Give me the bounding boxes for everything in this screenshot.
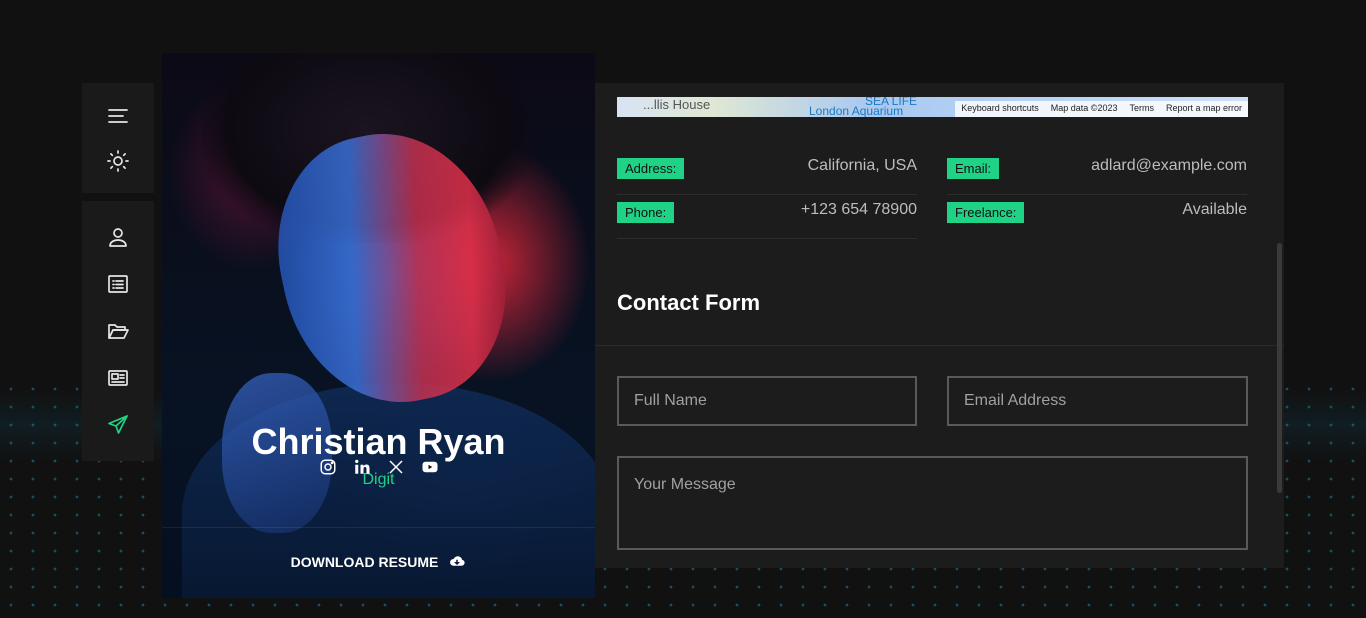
- info-freelance: Freelance: Available: [947, 195, 1247, 239]
- instagram-icon[interactable]: [317, 456, 339, 478]
- contact-form-title: Contact Form: [617, 290, 760, 315]
- info-email: Email: adlard@example.com: [947, 151, 1247, 195]
- email-tag: Email:: [947, 158, 1000, 179]
- map-report-link[interactable]: Report a map error: [1166, 103, 1242, 115]
- phone-tag: Phone:: [617, 202, 675, 223]
- freelance-tag: Freelance:: [947, 202, 1025, 223]
- social-links: [162, 456, 595, 478]
- info-address: Address: California, USA: [617, 151, 917, 195]
- download-resume-button[interactable]: DOWNLOAD RESUME: [162, 553, 595, 571]
- profile-divider: [162, 527, 595, 528]
- menu-icon[interactable]: [104, 102, 132, 130]
- map-terms-link[interactable]: Terms: [1129, 103, 1154, 115]
- map-embed[interactable]: ...llis House SEA LIFE London Aquarium K…: [617, 97, 1248, 117]
- map-keyboard-shortcuts-link[interactable]: Keyboard shortcuts: [961, 103, 1039, 115]
- youtube-icon[interactable]: [419, 456, 441, 478]
- panel-scrollbar[interactable]: [1277, 243, 1282, 493]
- nav-utility: [82, 83, 154, 193]
- contact-panel: ...llis House SEA LIFE London Aquarium K…: [595, 83, 1284, 568]
- linkedin-icon[interactable]: [351, 456, 373, 478]
- send-icon[interactable]: [104, 411, 132, 439]
- list-icon[interactable]: [104, 270, 132, 298]
- nav-main: [82, 201, 154, 461]
- message-textarea[interactable]: [617, 456, 1248, 550]
- map-label-house: ...llis House: [643, 97, 711, 112]
- form-divider: [595, 345, 1284, 346]
- email-address-input[interactable]: [947, 376, 1248, 426]
- sun-icon[interactable]: [104, 147, 132, 175]
- email-value[interactable]: adlard@example.com: [1091, 157, 1247, 175]
- freelance-value: Available: [1182, 201, 1247, 218]
- info-phone: Phone: +123 654 78900: [617, 195, 917, 239]
- news-icon[interactable]: [104, 364, 132, 392]
- map-attribution: Keyboard shortcuts Map data ©2023 Terms …: [955, 101, 1248, 117]
- cloud-download-icon: [450, 556, 465, 566]
- download-resume-label: DOWNLOAD RESUME: [290, 554, 439, 570]
- folder-icon[interactable]: [104, 317, 132, 345]
- full-name-input[interactable]: [617, 376, 917, 426]
- map-data-text: Map data ©2023: [1050, 103, 1118, 113]
- map-label-aquarium: London Aquarium: [809, 104, 904, 117]
- profile-card: Christian Ryan Digit DOWNLOAD RESUME: [162, 53, 595, 598]
- address-tag: Address:: [617, 158, 685, 179]
- address-value: California, USA: [807, 157, 917, 174]
- x-icon[interactable]: [385, 456, 407, 478]
- user-icon[interactable]: [104, 223, 132, 251]
- phone-value[interactable]: +123 654 78900: [801, 201, 917, 219]
